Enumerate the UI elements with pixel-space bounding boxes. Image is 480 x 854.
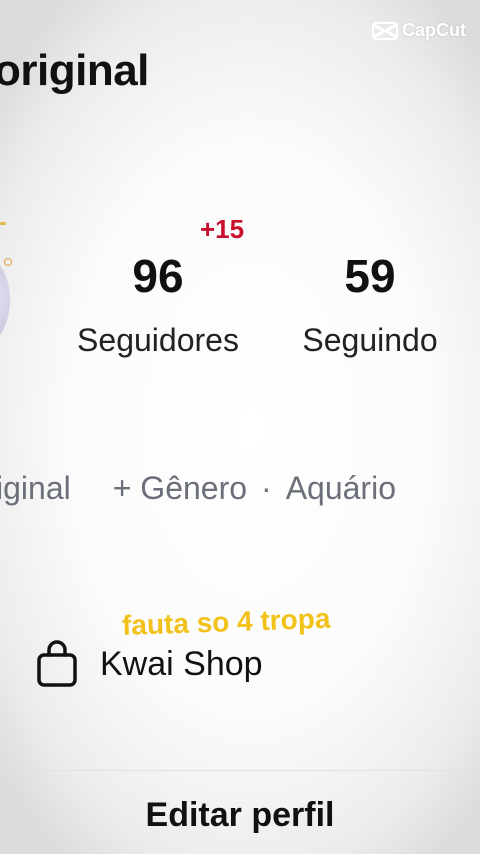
following-stat[interactable]: 59 Seguindo	[286, 248, 454, 360]
capcut-logo-icon	[372, 21, 398, 40]
edit-profile-button[interactable]: Editar perfil	[0, 796, 480, 835]
avatar-decoration-ring	[4, 258, 12, 266]
divider	[0, 770, 480, 771]
watermark-text: CapCut	[402, 20, 466, 40]
following-count: 59	[344, 250, 396, 302]
following-label: Seguindo	[302, 322, 438, 358]
followers-label: Seguidores	[77, 322, 239, 358]
avatar-decoration	[0, 222, 6, 225]
followers-count: 96	[132, 250, 184, 302]
profile-screen: CapCut original 96 Seguidores +15 59 Seg…	[0, 0, 480, 854]
tag-zodiac: Aquário	[285, 470, 396, 506]
tag-separator: ·	[261, 470, 272, 506]
profile-tags: iginal + Gênero · Aquário	[0, 470, 396, 507]
followers-stat[interactable]: 96 Seguidores	[58, 248, 258, 360]
new-followers-badge: +15	[200, 214, 245, 244]
overlay-caption: fauta so 4 tropa	[121, 602, 331, 641]
capcut-watermark: CapCut	[372, 20, 466, 41]
kwai-shop-label: Kwai Shop	[100, 644, 263, 683]
profile-name: original	[0, 46, 149, 95]
kwai-shop-entry[interactable]: Kwai Shop	[36, 640, 263, 688]
shopping-bag-icon	[37, 640, 77, 687]
tag-gender-button[interactable]: + Gênero	[113, 470, 247, 507]
tag-location: iginal	[0, 470, 71, 506]
